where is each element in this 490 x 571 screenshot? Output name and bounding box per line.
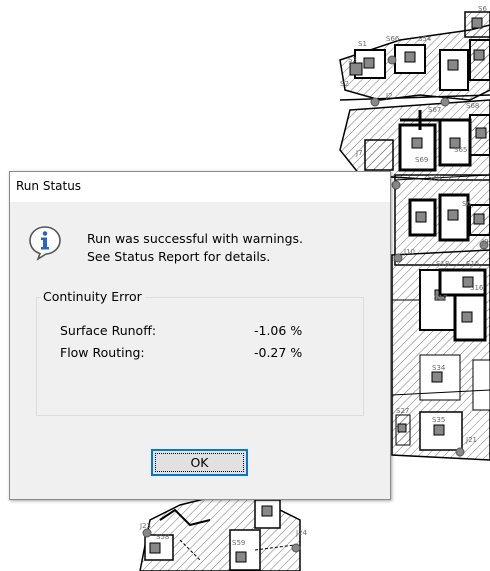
map-label: S3 bbox=[348, 56, 357, 64]
map-upper-cluster bbox=[339, 11, 490, 101]
map-label: S1 bbox=[358, 40, 367, 48]
map-label: S16 bbox=[470, 284, 484, 292]
map-label: S6 bbox=[478, 5, 487, 13]
map-label: S2 bbox=[340, 80, 349, 88]
message-line-2: See Status Report for details. bbox=[87, 249, 271, 264]
map-label: S6 bbox=[462, 200, 471, 208]
map-label: S27 bbox=[396, 407, 409, 415]
map-label: S66 bbox=[386, 35, 400, 43]
map-label: S15 bbox=[466, 260, 479, 268]
map-label: S68 bbox=[466, 102, 479, 110]
ok-button-label: OK bbox=[190, 455, 209, 470]
map-label: J10 bbox=[403, 248, 415, 256]
map-label: S65 bbox=[454, 146, 467, 154]
map-label: S67 bbox=[428, 106, 441, 114]
map-lower-cluster bbox=[391, 249, 490, 461]
run-status-dialog: Run Status Run was successful with warni… bbox=[9, 171, 391, 500]
screen: S1 S66 S54 S6 S3 J2 S2 S67 S68 S69 S65 S… bbox=[0, 0, 490, 571]
map-label: J24 bbox=[295, 529, 308, 537]
ok-button[interactable]: OK bbox=[151, 449, 248, 476]
map-label: S70 bbox=[428, 174, 441, 182]
dialog-title: Run Status bbox=[16, 179, 82, 193]
message-line-1: Run was successful with warnings. bbox=[87, 231, 304, 246]
continuity-error-title: Continuity Error bbox=[40, 289, 145, 304]
status-message: Run was successful with warnings. See St… bbox=[87, 230, 303, 266]
map-label: S34 bbox=[432, 364, 446, 372]
map-label: S18 bbox=[436, 260, 449, 268]
flow-routing-value: -0.27 % bbox=[254, 345, 303, 360]
info-icon bbox=[29, 226, 61, 261]
map-label: J9 bbox=[481, 238, 489, 246]
flow-routing-label: Flow Routing: bbox=[60, 345, 145, 360]
map-label: S54 bbox=[418, 35, 432, 43]
dialog-titlebar[interactable]: Run Status bbox=[10, 172, 390, 202]
map-label: S17 bbox=[434, 294, 447, 302]
map-label: S59 bbox=[232, 539, 245, 547]
map-label: J23 bbox=[139, 522, 151, 530]
map-label: S58 bbox=[156, 533, 169, 541]
surface-runoff-value: -1.06 % bbox=[254, 323, 303, 338]
map-label: J7 bbox=[355, 149, 363, 157]
surface-runoff-label: Surface Runoff: bbox=[60, 323, 157, 338]
map-bottom-cluster bbox=[139, 489, 301, 571]
map-label: J2 bbox=[385, 92, 393, 100]
map-label: S35 bbox=[432, 416, 445, 424]
map-label: J21 bbox=[465, 436, 477, 444]
map-label: S69 bbox=[415, 156, 428, 164]
